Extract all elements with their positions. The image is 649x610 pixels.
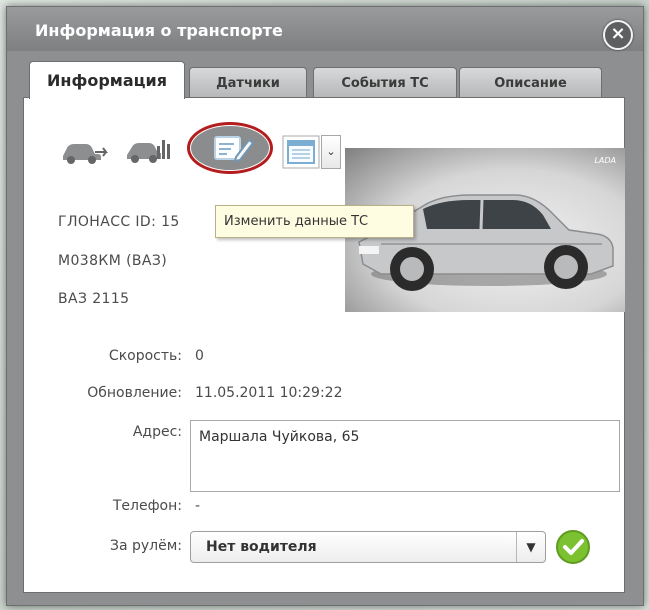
update-value: 11.05.2011 10:29:22 [195, 385, 343, 401]
driver-select[interactable]: Нет водителя ▼ [190, 531, 546, 563]
close-icon[interactable]: × [605, 23, 631, 45]
highlight-circle [187, 122, 273, 174]
vehicle-info-dialog: Информация о транспорте × Информация Дат… [6, 6, 644, 606]
calendar-button[interactable] [282, 135, 320, 173]
glonass-row: ГЛОНАСС ID: 15 [58, 214, 180, 230]
chevron-down-icon[interactable]: ▼ [516, 532, 545, 562]
speed-label: Скорость: [108, 348, 182, 364]
address-field[interactable]: Маршала Чуйкова, 65 [190, 420, 620, 492]
vehicle-photo-brand: LADA [594, 156, 616, 165]
car-chart-button[interactable] [125, 133, 175, 169]
vehicle-model: ВАЗ 2115 [58, 291, 130, 307]
tab-description[interactable]: Описание [459, 67, 602, 98]
address-label: Адрес: [132, 424, 182, 440]
calendar-icon[interactable] [282, 135, 320, 169]
car-arrow-button[interactable] [59, 136, 109, 170]
check-icon[interactable] [555, 529, 591, 565]
update-label: Обновление: [87, 385, 182, 401]
tab-information[interactable]: Информация [29, 61, 185, 99]
phone-label: Телефон: [112, 498, 182, 514]
chevron-down-icon[interactable]: ⌄ [326, 145, 335, 158]
phone-value: - [195, 498, 201, 514]
speed-value: 0 [195, 348, 204, 364]
driver-selected-value: Нет водителя [206, 539, 317, 555]
calendar-dropdown-button[interactable]: ⌄ [321, 135, 341, 169]
car-arrow-icon[interactable] [59, 136, 109, 166]
tab-sensors[interactable]: Датчики [189, 67, 307, 98]
edit-vehicle-tooltip: Изменить данные ТС [215, 205, 414, 238]
vehicle-plate: М038КМ (ВАЗ) [58, 253, 168, 269]
close-button[interactable]: × [603, 20, 633, 50]
information-panel: ⌄ LADA ГЛОНАСС ID: 15 Изменить данные ТС… [23, 97, 625, 593]
driver-label: За рулём: [109, 538, 182, 554]
glonass-value: 15 [161, 214, 180, 230]
dialog-titlebar[interactable]: Информация о транспорте × [7, 7, 643, 51]
confirm-driver-button[interactable] [555, 529, 591, 565]
dialog-title: Информация о транспорте [35, 21, 283, 40]
glonass-label: ГЛОНАСС ID: [58, 214, 157, 230]
tab-vehicle-events[interactable]: События ТС [313, 67, 457, 98]
car-chart-icon[interactable] [125, 133, 175, 165]
